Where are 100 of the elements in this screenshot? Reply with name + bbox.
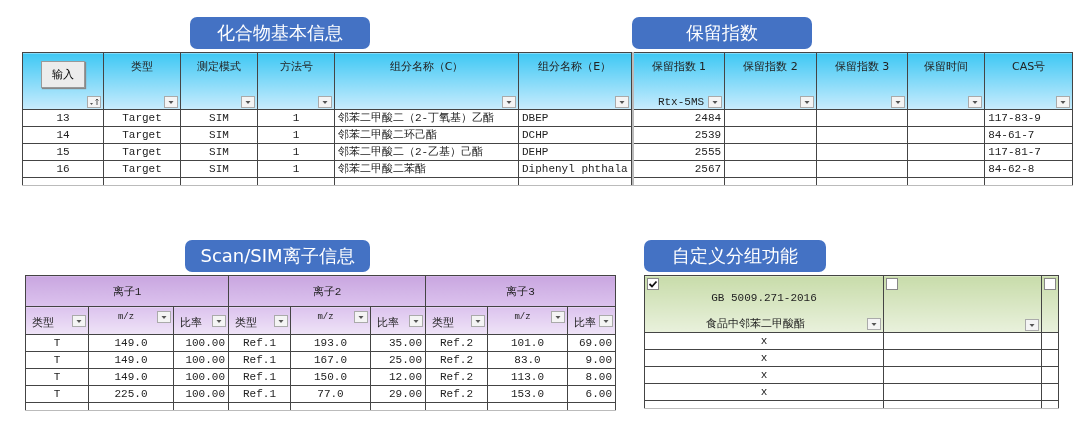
group-header: 离子2 [228, 275, 426, 307]
table-cell: 100.00 [173, 334, 229, 352]
table-cell: Target [103, 126, 181, 144]
column-header: 方法号 [257, 52, 335, 110]
filter-dropdown-icon[interactable] [614, 96, 629, 108]
checkbox[interactable] [1044, 278, 1056, 290]
table-cell: T [25, 334, 89, 352]
table-cell: Ref.2 [425, 368, 488, 386]
table-cell: 12.00 [370, 368, 426, 386]
table-cell: 6.00 [567, 385, 616, 403]
filter-dropdown-icon[interactable] [800, 96, 815, 108]
filter-dropdown-icon[interactable] [968, 96, 983, 108]
table-cell: 149.0 [88, 368, 174, 386]
table-cell: Ref.1 [228, 351, 291, 369]
table-cell: 1 [257, 160, 335, 178]
table-cell: Diphenyl phthala [518, 160, 632, 178]
table-cell: Ref.2 [425, 334, 488, 352]
filter-dropdown-icon[interactable] [1056, 96, 1071, 108]
table-cell: 83.0 [487, 351, 568, 369]
column-header: m/z [290, 306, 371, 335]
table-cell: 16 [22, 160, 104, 178]
table-cell: Ref.1 [228, 368, 291, 386]
checkbox[interactable] [886, 278, 898, 290]
table-cell: 14 [22, 126, 104, 144]
filter-dropdown-icon[interactable] [1025, 319, 1039, 331]
table-cell: 9.00 [567, 351, 616, 369]
section-title: Scan/SIM离子信息 [185, 240, 370, 272]
column-header: 类型 [25, 306, 89, 335]
import-button[interactable]: 输入 [41, 61, 85, 88]
column-header: 组分名称（E） [518, 52, 632, 110]
section-title: 自定义分组功能 [644, 240, 826, 272]
table-cell: x [644, 366, 884, 384]
table-cell: 117-83-9 [984, 109, 1073, 127]
table-cell: 1 [257, 126, 335, 144]
table-cell: 153.0 [487, 385, 568, 403]
table-cell: SIM [180, 126, 258, 144]
table-cell: 25.00 [370, 351, 426, 369]
table-cell: 149.0 [88, 334, 174, 352]
filter-dropdown-icon[interactable] [157, 311, 171, 323]
table-cell: 2555 [632, 143, 725, 161]
table-cell: SIM [180, 143, 258, 161]
table-cell: SIM [180, 109, 258, 127]
table-cell: x [644, 383, 884, 401]
section-title: 保留指数 [631, 17, 812, 49]
filter-dropdown-icon[interactable] [891, 96, 906, 108]
table-cell [1041, 349, 1059, 367]
table-cell: 100.00 [173, 351, 229, 369]
filter-dropdown-icon[interactable] [318, 96, 332, 108]
table-cell: 邻苯二甲酸二（2-乙基）己酯 [334, 143, 519, 161]
table-cell: 117-81-7 [984, 143, 1073, 161]
table-cell: 84-61-7 [984, 126, 1073, 144]
table-cell: 35.00 [370, 334, 426, 352]
checkbox[interactable] [647, 278, 659, 290]
column-header: 测定模式 [180, 52, 258, 110]
table-cell: Ref.2 [425, 351, 488, 369]
filter-dropdown-icon[interactable] [354, 311, 368, 323]
table-cell [1041, 366, 1059, 384]
filter-dropdown-icon[interactable] [72, 314, 86, 327]
group-header: 离子3 [425, 275, 616, 307]
column-header: 保留指数 1 Rtx-5MS [632, 52, 725, 110]
filter-dropdown-icon[interactable] [708, 96, 723, 108]
column-header: 保留指数 3 [816, 52, 908, 110]
table-cell: 邻苯二甲酸二环己酯 [334, 126, 519, 144]
column-header: 保留时间 [907, 52, 985, 110]
table-cell: 77.0 [290, 385, 371, 403]
filter-dropdown-icon[interactable] [471, 314, 485, 327]
table-cell: 1 [257, 143, 335, 161]
table-cell: 2539 [632, 126, 725, 144]
filter-dropdown-icon[interactable] [212, 314, 226, 327]
filter-dropdown-icon[interactable] [867, 317, 881, 330]
table-cell: 100.00 [173, 368, 229, 386]
table-cell: 84-62-8 [984, 160, 1073, 178]
table-cell: 13 [22, 109, 104, 127]
table-cell: Ref.1 [228, 334, 291, 352]
table-cell: 1 [257, 109, 335, 127]
filter-dropdown-icon[interactable] [502, 96, 516, 108]
filter-dropdown-icon[interactable] [409, 314, 423, 327]
table-cell: 2484 [632, 109, 725, 127]
filter-dropdown-icon[interactable] [241, 96, 255, 108]
column-header: 类型 [425, 306, 488, 335]
table-cell: Target [103, 143, 181, 161]
table-cell: 邻苯二甲酸二（2-丁氧基）乙酯 [334, 109, 519, 127]
group-header: 离子1 [25, 275, 229, 307]
table-cell: 167.0 [290, 351, 371, 369]
section-title: 化合物基本信息 [190, 17, 370, 49]
filter-dropdown-icon[interactable] [164, 96, 178, 108]
sort-filter-icon[interactable] [87, 96, 101, 108]
table-cell: 225.0 [88, 385, 174, 403]
filter-dropdown-icon[interactable] [551, 311, 565, 323]
table-cell: 邻苯二甲酸二苯酯 [334, 160, 519, 178]
filter-dropdown-icon[interactable] [599, 314, 613, 327]
table-cell: 100.00 [173, 385, 229, 403]
table-cell: Ref.1 [228, 385, 291, 403]
column-header: CAS号 [984, 52, 1073, 110]
table-cell: 149.0 [88, 351, 174, 369]
table-cell: DCHP [518, 126, 632, 144]
table-cell: Target [103, 109, 181, 127]
filter-dropdown-icon[interactable] [274, 314, 288, 327]
table-cell: DEHP [518, 143, 632, 161]
table-cell: T [25, 368, 89, 386]
